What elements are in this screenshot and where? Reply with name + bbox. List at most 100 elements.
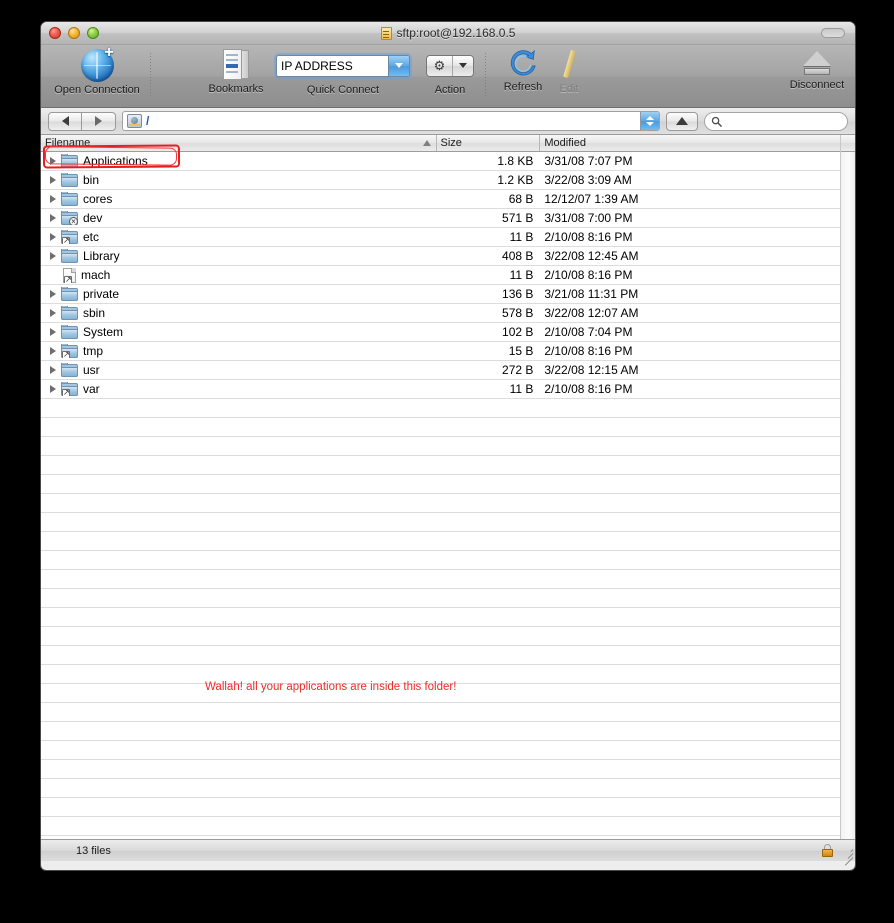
table-row[interactable]: cores 68 B 12/12/07 1:39 AM — [41, 190, 840, 209]
table-row[interactable]: ↗ mach 11 B 2/10/08 8:16 PM — [41, 266, 840, 285]
quick-connect-input[interactable] — [277, 55, 388, 76]
table-row[interactable]: System 102 B 2/10/08 7:04 PM — [41, 323, 840, 342]
disclosure-triangle-icon[interactable] — [50, 176, 56, 184]
toolbar-button-open-connection[interactable]: + Open Connection — [47, 45, 147, 97]
cell-filename: usr — [41, 363, 437, 377]
table-row[interactable]: ↗ var 11 B 2/10/08 8:16 PM — [41, 380, 840, 399]
forward-button[interactable] — [82, 111, 116, 131]
table-row[interactable]: ↗ tmp 15 B 2/10/08 8:16 PM — [41, 342, 840, 361]
status-bar: 13 files — [41, 839, 855, 866]
disclosure-triangle-icon[interactable] — [50, 252, 56, 260]
disclosure-triangle-icon[interactable] — [50, 290, 56, 298]
eject-icon — [800, 49, 834, 77]
toolbar-label-quick-connect: Quick Connect — [306, 84, 380, 96]
cell-filename: cores — [41, 192, 437, 206]
cell-size: 136 B — [502, 287, 534, 301]
empty-row — [41, 608, 840, 627]
cell-size: 11 B — [509, 230, 534, 244]
disclosure-triangle-icon[interactable] — [50, 347, 56, 355]
resize-grip[interactable] — [841, 847, 854, 866]
empty-row — [41, 551, 840, 570]
file-name-label: sbin — [83, 306, 106, 320]
zoom-button[interactable] — [87, 27, 99, 39]
toolbar-label-edit: Edit — [559, 83, 579, 95]
action-dropdown-button[interactable] — [452, 55, 473, 76]
toolbar-button-disconnect[interactable]: Disconnect — [767, 49, 855, 91]
file-name-label: etc — [83, 230, 100, 244]
search-input[interactable] — [726, 114, 841, 128]
file-browser: Filename Size Modified Applications 1.8 K… — [41, 135, 855, 839]
column-header-filename-label: Filename — [45, 137, 91, 149]
column-header-size-label: Size — [440, 137, 462, 149]
arrow-up-icon — [676, 117, 688, 125]
toolbar-label-action: Action — [434, 84, 466, 96]
empty-row — [41, 760, 840, 779]
bookmarks-icon — [221, 49, 251, 81]
file-list: Filename Size Modified Applications 1.8 K… — [41, 135, 840, 839]
file-count-label: 13 files — [76, 844, 111, 857]
disclosure-triangle-icon[interactable] — [50, 195, 56, 203]
cell-size: 68 B — [508, 192, 534, 206]
disclosure-triangle-icon[interactable] — [50, 157, 56, 165]
column-header-size[interactable]: Size — [437, 135, 541, 151]
empty-row — [41, 456, 840, 475]
toolbar-label-disconnect: Disconnect — [789, 79, 845, 91]
table-row[interactable]: Applications 1.8 KB 3/31/08 7:07 PM — [41, 152, 840, 171]
table-row[interactable]: × dev 571 B 3/31/08 7:00 PM — [41, 209, 840, 228]
table-row[interactable]: private 136 B 3/21/08 11:31 PM — [41, 285, 840, 304]
action-button[interactable]: ⚙ — [426, 54, 474, 77]
history-buttons — [48, 111, 116, 131]
table-row[interactable]: usr 272 B 3/22/08 12:15 AM — [41, 361, 840, 380]
file-name-label: dev — [83, 211, 103, 225]
disclosure-triangle-icon[interactable] — [50, 214, 56, 222]
cell-size: 272 B — [502, 363, 534, 377]
table-row[interactable]: bin 1.2 KB 3/22/08 3:09 AM — [41, 171, 840, 190]
file-name-label: Applications — [83, 154, 148, 168]
disclosure-triangle-icon[interactable] — [50, 309, 56, 317]
disclosure-triangle-icon[interactable] — [50, 366, 56, 374]
disclosure-triangle-icon[interactable] — [50, 328, 56, 336]
toolbar-label-bookmarks: Bookmarks — [208, 83, 264, 95]
cell-size: 11 B — [509, 382, 534, 396]
cell-size: 102 B — [502, 325, 534, 339]
cell-filename: ↗ etc — [41, 230, 437, 244]
disclosure-triangle-icon[interactable] — [50, 385, 56, 393]
cell-filename: bin — [41, 173, 437, 187]
folder-icon — [61, 287, 78, 301]
quick-connect-combo[interactable] — [276, 54, 410, 77]
toolbar-label-open-connection: Open Connection — [54, 84, 140, 96]
parent-directory-button[interactable] — [666, 111, 698, 131]
alias-badge-icon: ↗ — [62, 235, 70, 244]
table-row[interactable]: Library 408 B 3/22/08 12:45 AM — [41, 247, 840, 266]
pencil-icon — [554, 49, 584, 81]
toolbar-button-edit[interactable]: Edit — [519, 49, 619, 95]
column-header-filename[interactable]: Filename — [41, 135, 437, 151]
folder-icon — [61, 154, 78, 168]
file-name-label: var — [83, 382, 100, 396]
folder-icon — [61, 173, 78, 187]
folder-device-icon: × — [61, 211, 78, 225]
empty-row — [41, 494, 840, 513]
vertical-scrollbar[interactable] — [840, 135, 855, 839]
navigation-bar: / — [41, 108, 855, 135]
table-row[interactable]: ↗ etc 11 B 2/10/08 8:16 PM — [41, 228, 840, 247]
folder-alias-icon: ↗ — [61, 382, 78, 396]
empty-row — [41, 418, 840, 437]
cell-modified: 3/31/08 7:00 PM — [544, 211, 633, 225]
column-header-modified[interactable]: Modified — [540, 135, 840, 151]
back-button[interactable] — [48, 111, 82, 131]
folder-icon — [61, 192, 78, 206]
path-field[interactable]: / — [122, 111, 660, 131]
search-field[interactable] — [704, 111, 848, 131]
empty-row — [41, 570, 840, 589]
toolbar-toggle-button[interactable] — [821, 28, 845, 38]
path-stepper-button[interactable] — [640, 112, 659, 130]
disclosure-triangle-icon[interactable] — [50, 233, 56, 241]
close-button[interactable] — [49, 27, 61, 39]
minimize-button[interactable] — [68, 27, 80, 39]
path-text: / — [146, 114, 150, 128]
window-title-group: sftp:root@192.168.0.5 — [41, 22, 855, 44]
file-name-label: Library — [83, 249, 120, 263]
table-row[interactable]: sbin 578 B 3/22/08 12:07 AM — [41, 304, 840, 323]
cell-size: 15 B — [508, 344, 534, 358]
